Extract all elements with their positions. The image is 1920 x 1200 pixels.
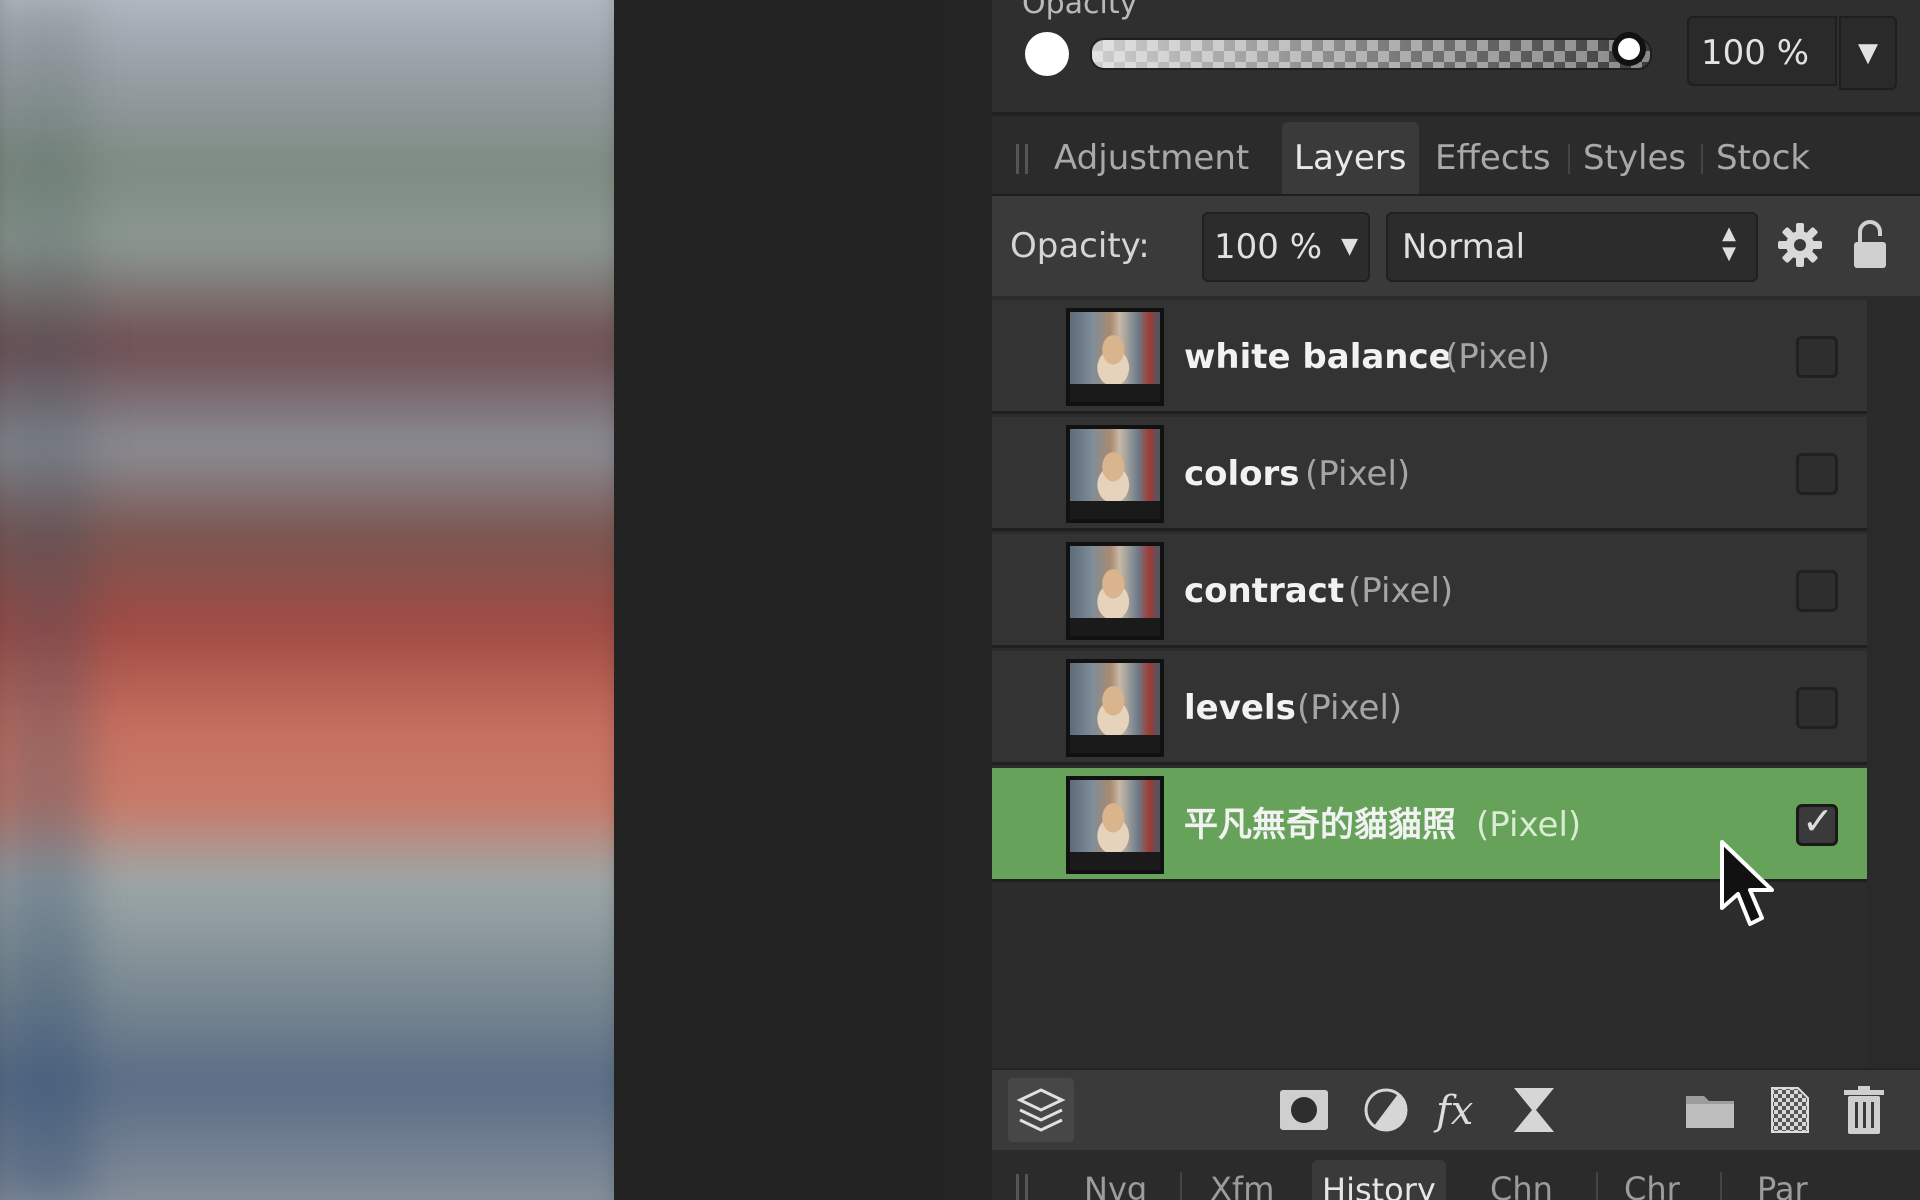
layer-type: (Pixel) bbox=[1297, 688, 1403, 728]
layer-thumbnail bbox=[1066, 308, 1164, 406]
tab-adjustment[interactable]: Adjustment bbox=[1054, 122, 1249, 194]
live-filter-icon[interactable] bbox=[1506, 1082, 1562, 1138]
tab-separator bbox=[1720, 1172, 1722, 1200]
tab-layers[interactable]: Layers bbox=[1282, 122, 1419, 194]
tab-stock[interactable]: Stock bbox=[1716, 122, 1810, 194]
layer-type: (Pixel) bbox=[1445, 337, 1551, 377]
tab-transform[interactable]: Xfm bbox=[1210, 1170, 1274, 1200]
layer-name: 平凡無奇的貓貓照 bbox=[1184, 805, 1456, 845]
layer-opacity-select[interactable]: 100 % ▼ bbox=[1202, 212, 1370, 282]
layer-visibility-checkbox[interactable] bbox=[1796, 687, 1838, 729]
app-window: Opacity 100 % ▼ Adjustment Layers Effect… bbox=[0, 0, 1920, 1200]
mouse-cursor-icon bbox=[1720, 840, 1774, 926]
layers-list: white balance (Pixel) colors (Pixel) con… bbox=[992, 300, 1867, 1068]
tab-history[interactable]: History bbox=[1312, 1160, 1446, 1200]
blend-mode-select[interactable]: Normal ▲ ▼ bbox=[1386, 212, 1758, 282]
layer-row-white-balance[interactable]: white balance (Pixel) bbox=[992, 300, 1867, 414]
tab-effects[interactable]: Effects bbox=[1435, 122, 1551, 194]
layer-visibility-checkbox[interactable] bbox=[1796, 453, 1838, 495]
tab-channels[interactable]: Chn bbox=[1490, 1170, 1553, 1200]
layer-thumbnail bbox=[1066, 659, 1164, 757]
layer-controls: Opacity: 100 % ▼ Normal ▲ ▼ bbox=[992, 196, 1920, 296]
layer-name: white balance bbox=[1184, 337, 1452, 377]
document-canvas[interactable] bbox=[0, 0, 633, 1200]
layer-row-colors[interactable]: colors (Pixel) bbox=[992, 417, 1867, 531]
tab-paragraph[interactable]: Par bbox=[1757, 1170, 1808, 1200]
layer-name: contract bbox=[1184, 571, 1345, 611]
canvas-background bbox=[614, 0, 944, 1200]
opacity-label: Opacity: bbox=[1010, 226, 1150, 266]
stepper-arrows-icon: ▲ ▼ bbox=[1722, 223, 1736, 264]
layer-visibility-checkbox[interactable] bbox=[1796, 336, 1838, 378]
tab-separator bbox=[1596, 1172, 1598, 1200]
checkmark-icon: ✓ bbox=[1802, 799, 1834, 843]
fx-icon[interactable]: fx bbox=[1430, 1082, 1486, 1138]
color-swatch[interactable] bbox=[1025, 32, 1069, 76]
blend-mode-value: Normal bbox=[1402, 227, 1526, 267]
tab-separator bbox=[1180, 1172, 1182, 1200]
tab-separator bbox=[1701, 144, 1703, 174]
tab-separator bbox=[1568, 144, 1570, 174]
layer-thumbnail bbox=[1066, 776, 1164, 874]
bottom-panel-tabs: Nvg Xfm History Chn Chr Par bbox=[992, 1150, 1920, 1200]
layer-opacity-value: 100 % bbox=[1214, 227, 1323, 267]
folder-icon[interactable] bbox=[1682, 1082, 1738, 1138]
opacity-slider-handle[interactable] bbox=[1612, 32, 1646, 66]
svg-text:fx: fx bbox=[1433, 1088, 1473, 1134]
adjustment-icon[interactable] bbox=[1358, 1082, 1414, 1138]
panel-divider bbox=[944, 0, 992, 1200]
layers-scrollbar[interactable] bbox=[1867, 300, 1920, 1068]
panel-tabs: Adjustment Layers Effects Styles Stock bbox=[992, 122, 1920, 196]
layer-visibility-checkbox[interactable] bbox=[1796, 570, 1838, 612]
color-opacity-strip: Opacity 100 % ▼ bbox=[992, 0, 1920, 116]
layer-type: (Pixel) bbox=[1305, 454, 1411, 494]
layer-row-contract[interactable]: contract (Pixel) bbox=[992, 534, 1867, 648]
chevron-down-icon: ▼ bbox=[1341, 234, 1358, 259]
color-opacity-dropdown[interactable]: ▼ bbox=[1839, 16, 1897, 90]
chevron-down-icon: ▼ bbox=[1858, 38, 1878, 68]
grip-icon[interactable] bbox=[1016, 1174, 1028, 1200]
layers-toolbar: fx bbox=[992, 1068, 1920, 1150]
tab-navigator[interactable]: Nvg bbox=[1084, 1170, 1147, 1200]
tab-styles[interactable]: Styles bbox=[1583, 122, 1686, 194]
layer-type: (Pixel) bbox=[1348, 571, 1454, 611]
mask-icon[interactable] bbox=[1276, 1082, 1332, 1138]
layers-stack-icon bbox=[1016, 1088, 1066, 1132]
trash-icon[interactable] bbox=[1836, 1082, 1892, 1138]
lock-icon[interactable] bbox=[1850, 218, 1890, 270]
layer-name: colors bbox=[1184, 454, 1300, 494]
tab-character[interactable]: Chr bbox=[1624, 1170, 1680, 1200]
layer-row-levels[interactable]: levels (Pixel) bbox=[992, 651, 1867, 765]
canvas-tint bbox=[0, 0, 90, 1200]
grip-icon[interactable] bbox=[1016, 144, 1028, 174]
layer-name: levels bbox=[1184, 688, 1296, 728]
opacity-slider-track[interactable] bbox=[1090, 38, 1652, 70]
layers-menu-button[interactable] bbox=[1008, 1078, 1074, 1142]
color-opacity-input[interactable]: 100 % bbox=[1687, 16, 1837, 86]
layer-visibility-checkbox[interactable]: ✓ bbox=[1796, 799, 1838, 846]
gear-icon[interactable] bbox=[1775, 220, 1825, 270]
color-opacity-title: Opacity bbox=[1022, 0, 1138, 21]
studio-panel: Opacity 100 % ▼ Adjustment Layers Effect… bbox=[992, 0, 1920, 1200]
layer-thumbnail bbox=[1066, 425, 1164, 523]
layer-type: (Pixel) bbox=[1476, 805, 1582, 845]
new-pixel-layer-icon[interactable] bbox=[1762, 1082, 1818, 1138]
layer-thumbnail bbox=[1066, 542, 1164, 640]
